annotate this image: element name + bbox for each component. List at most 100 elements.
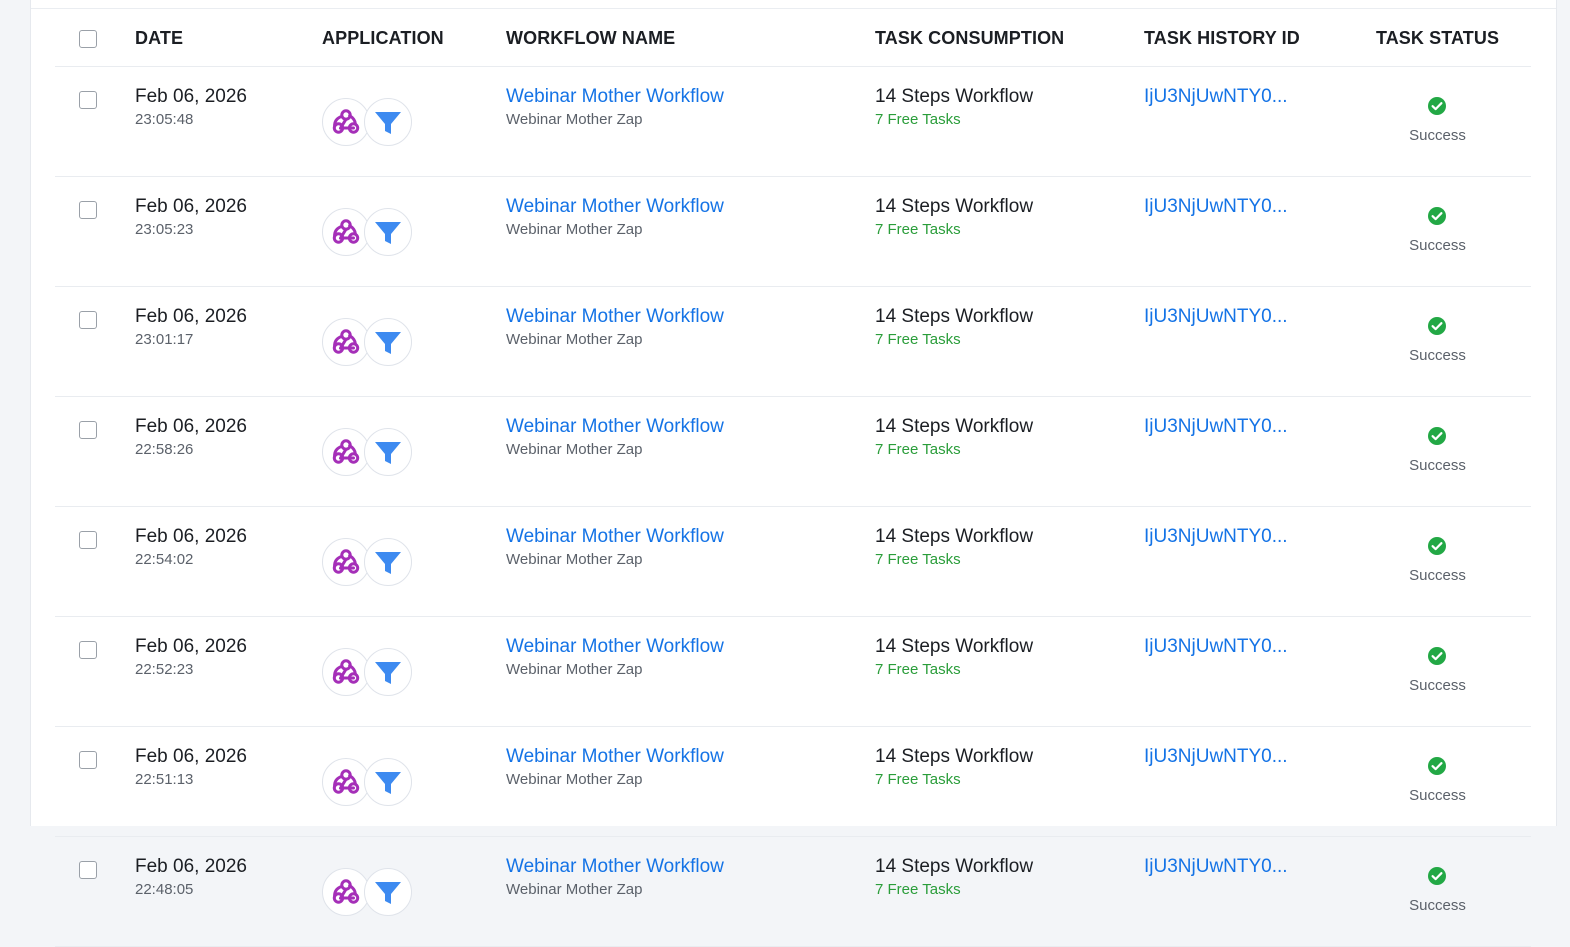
- row-checkbox[interactable]: [79, 641, 97, 659]
- check-circle-icon: [1427, 316, 1447, 341]
- header-date[interactable]: DATE: [135, 10, 322, 67]
- table-header-row: DATE APPLICATION WORKFLOW NAME TASK CONS…: [55, 10, 1531, 67]
- row-checkbox[interactable]: [79, 531, 97, 549]
- workflow-link[interactable]: Webinar Mother Workflow: [506, 415, 875, 439]
- table-row[interactable]: Feb 06, 2026 22:58:26 Webinar Mother Wor…: [55, 396, 1531, 507]
- header-application[interactable]: APPLICATION: [322, 10, 506, 67]
- workflow-link[interactable]: Webinar Mother Workflow: [506, 525, 875, 549]
- row-checkbox[interactable]: [79, 421, 97, 439]
- workflow-link[interactable]: Webinar Mother Workflow: [506, 855, 875, 879]
- table-row[interactable]: Feb 06, 2026 22:54:02 Webinar Mother Wor…: [55, 506, 1531, 617]
- history-id-cell: IjU3NjUwNTY0...: [1144, 396, 1344, 507]
- date-cell: Feb 06, 2026 22:48:05: [135, 836, 322, 947]
- task-history-id-link[interactable]: IjU3NjUwNTY0...: [1144, 525, 1344, 549]
- date-cell: Feb 06, 2026 23:05:23: [135, 176, 322, 287]
- webhook-icon: [322, 537, 370, 586]
- row-checkbox[interactable]: [79, 861, 97, 879]
- webhook-icon: [322, 647, 370, 696]
- webhook-icon: [322, 97, 370, 146]
- table-row[interactable]: Feb 06, 2026 23:05:48 Webinar Mother Wor…: [55, 66, 1531, 177]
- status-badge: Success: [1409, 426, 1466, 474]
- header-workflow-name[interactable]: WORKFLOW NAME: [506, 10, 875, 67]
- free-tasks: 7 Free Tasks: [875, 221, 961, 238]
- row-select-cell: [55, 616, 135, 727]
- table-row[interactable]: Feb 06, 2026 23:01:17 Webinar Mother Wor…: [55, 286, 1531, 397]
- steps-count: 14 Steps Workflow: [875, 86, 1034, 107]
- free-tasks: 7 Free Tasks: [875, 111, 961, 128]
- row-date: Feb 06, 2026: [135, 526, 247, 547]
- workflow-sub: Webinar Mother Zap: [506, 881, 643, 898]
- application-cell: [322, 726, 506, 837]
- select-all-checkbox[interactable]: [79, 29, 97, 48]
- consumption-cell: 14 Steps Workflow 7 Free Tasks: [875, 726, 1144, 837]
- consumption-cell: 14 Steps Workflow 7 Free Tasks: [875, 506, 1144, 617]
- app-icons: [322, 317, 506, 366]
- table-row[interactable]: Feb 06, 2026 22:48:05 Webinar Mother Wor…: [55, 836, 1531, 947]
- table-row[interactable]: Feb 06, 2026 22:51:13 Webinar Mother Wor…: [55, 726, 1531, 837]
- row-checkbox[interactable]: [79, 311, 97, 329]
- row-checkbox[interactable]: [79, 91, 97, 109]
- select-all-cell: [55, 10, 135, 67]
- application-cell: [322, 836, 506, 947]
- application-cell: [322, 616, 506, 727]
- steps-count: 14 Steps Workflow: [875, 196, 1034, 217]
- task-history-id-link[interactable]: IjU3NjUwNTY0...: [1144, 415, 1344, 439]
- row-date: Feb 06, 2026: [135, 746, 247, 767]
- status-badge: Success: [1409, 96, 1466, 144]
- task-history-table: DATE APPLICATION WORKFLOW NAME TASK CONS…: [55, 10, 1531, 947]
- steps-count: 14 Steps Workflow: [875, 746, 1034, 767]
- row-checkbox[interactable]: [79, 751, 97, 769]
- status-text: Success: [1409, 896, 1466, 914]
- row-time: 22:52:23: [135, 661, 194, 678]
- workflow-sub: Webinar Mother Zap: [506, 661, 643, 678]
- app-icons: [322, 97, 506, 146]
- task-history-id-link[interactable]: IjU3NjUwNTY0...: [1144, 195, 1344, 219]
- status-badge: Success: [1409, 756, 1466, 804]
- status-badge: Success: [1409, 866, 1466, 914]
- steps-count: 14 Steps Workflow: [875, 856, 1034, 877]
- table-row[interactable]: Feb 06, 2026 22:52:23 Webinar Mother Wor…: [55, 616, 1531, 727]
- row-time: 22:54:02: [135, 551, 194, 568]
- table-row[interactable]: Feb 06, 2026 23:05:23 Webinar Mother Wor…: [55, 176, 1531, 287]
- status-text: Success: [1409, 126, 1466, 144]
- webhook-icon: [322, 317, 370, 366]
- row-time: 23:05:23: [135, 221, 194, 238]
- workflow-cell: Webinar Mother Workflow Webinar Mother Z…: [506, 506, 875, 617]
- application-cell: [322, 286, 506, 397]
- workflow-link[interactable]: Webinar Mother Workflow: [506, 195, 875, 219]
- row-select-cell: [55, 66, 135, 177]
- date-cell: Feb 06, 2026 23:05:48: [135, 66, 322, 177]
- row-date: Feb 06, 2026: [135, 86, 247, 107]
- date-cell: Feb 06, 2026 22:54:02: [135, 506, 322, 617]
- workflow-link[interactable]: Webinar Mother Workflow: [506, 745, 875, 769]
- status-cell: Success: [1344, 506, 1531, 617]
- workflow-link[interactable]: Webinar Mother Workflow: [506, 305, 875, 329]
- status-cell: Success: [1344, 726, 1531, 837]
- row-checkbox[interactable]: [79, 201, 97, 219]
- row-date: Feb 06, 2026: [135, 306, 247, 327]
- workflow-sub: Webinar Mother Zap: [506, 111, 643, 128]
- workflow-link[interactable]: Webinar Mother Workflow: [506, 635, 875, 659]
- check-circle-icon: [1427, 646, 1447, 671]
- header-task-history-id[interactable]: TASK HISTORY ID: [1144, 10, 1344, 67]
- status-badge: Success: [1409, 206, 1466, 254]
- history-id-cell: IjU3NjUwNTY0...: [1144, 836, 1344, 947]
- free-tasks: 7 Free Tasks: [875, 551, 961, 568]
- date-cell: Feb 06, 2026 22:51:13: [135, 726, 322, 837]
- task-history-id-link[interactable]: IjU3NjUwNTY0...: [1144, 85, 1344, 109]
- check-circle-icon: [1427, 866, 1447, 891]
- check-circle-icon: [1427, 426, 1447, 451]
- header-task-status[interactable]: TASK STATUS: [1344, 10, 1531, 67]
- task-history-id-link[interactable]: IjU3NjUwNTY0...: [1144, 745, 1344, 769]
- task-history-id-link[interactable]: IjU3NjUwNTY0...: [1144, 855, 1344, 879]
- status-cell: Success: [1344, 836, 1531, 947]
- header-task-consumption[interactable]: TASK CONSUMPTION: [875, 10, 1144, 67]
- card-top-divider: [31, 8, 1556, 9]
- app-icons: [322, 537, 506, 586]
- row-select-cell: [55, 726, 135, 837]
- task-history-id-link[interactable]: IjU3NjUwNTY0...: [1144, 305, 1344, 329]
- history-id-cell: IjU3NjUwNTY0...: [1144, 176, 1344, 287]
- task-history-id-link[interactable]: IjU3NjUwNTY0...: [1144, 635, 1344, 659]
- workflow-link[interactable]: Webinar Mother Workflow: [506, 85, 875, 109]
- date-cell: Feb 06, 2026 22:58:26: [135, 396, 322, 507]
